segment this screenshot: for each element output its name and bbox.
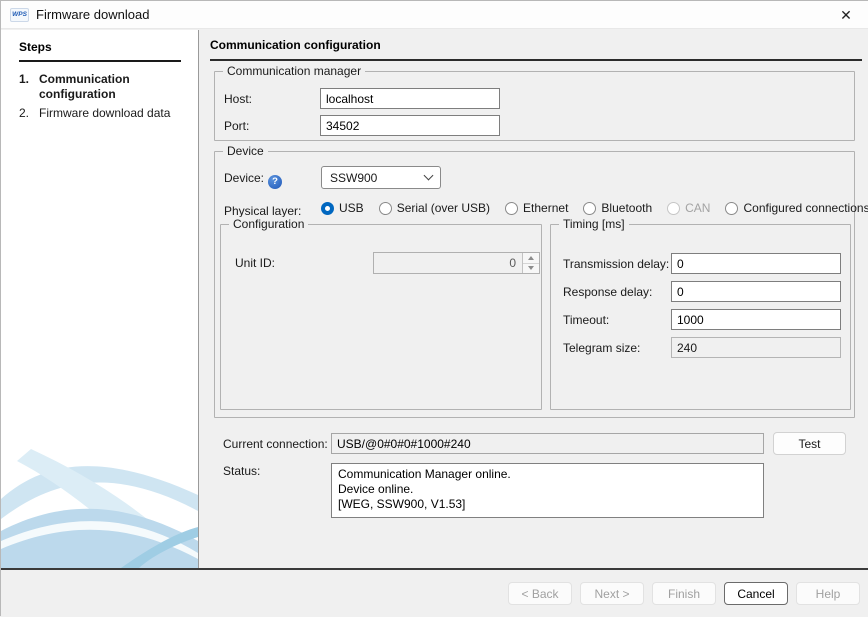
current-connection-field bbox=[331, 433, 764, 454]
status-line: Device online. bbox=[338, 482, 757, 497]
configuration-group: Configuration Unit ID: 0 bbox=[220, 224, 542, 410]
step-item-communication-configuration: 1. Communication configuration bbox=[19, 72, 189, 102]
radio-label: Configured connections bbox=[743, 201, 868, 215]
physical-layer-label: Physical layer: bbox=[224, 204, 301, 218]
status-line: Communication Manager online. bbox=[338, 467, 757, 482]
port-input[interactable] bbox=[320, 115, 500, 136]
next-button: Next > bbox=[580, 582, 644, 605]
radio-label: Serial (over USB) bbox=[397, 201, 490, 215]
radio-bluetooth[interactable]: Bluetooth bbox=[583, 201, 652, 215]
telegram-size-input bbox=[671, 337, 841, 358]
back-button: < Back bbox=[508, 582, 572, 605]
cancel-button[interactable]: Cancel bbox=[724, 582, 788, 605]
device-label-text: Device: bbox=[224, 171, 264, 185]
steps-sidebar: Steps 1. Communication configuration 2. … bbox=[1, 30, 199, 569]
host-label: Host: bbox=[224, 92, 252, 106]
unit-id-label: Unit ID: bbox=[235, 256, 275, 270]
step-item-firmware-download-data: 2. Firmware download data bbox=[19, 106, 189, 121]
timing-group: Timing [ms] Transmission delay: Response… bbox=[550, 224, 851, 410]
step-label: Communication configuration bbox=[39, 72, 187, 102]
telegram-size-label: Telegram size: bbox=[563, 341, 640, 355]
status-label: Status: bbox=[223, 464, 260, 478]
step-number: 2. bbox=[19, 106, 39, 121]
radio-can: CAN bbox=[667, 201, 710, 215]
help-icon[interactable]: ? bbox=[268, 175, 282, 189]
host-input[interactable] bbox=[320, 88, 500, 109]
help-button: Help bbox=[796, 582, 860, 605]
step-label: Firmware download data bbox=[39, 106, 187, 121]
unit-id-stepper: 0 bbox=[373, 252, 540, 274]
radio-icon bbox=[379, 202, 392, 215]
current-connection-label: Current connection: bbox=[223, 437, 328, 451]
window-title: Firmware download bbox=[36, 7, 149, 22]
spinner-up-icon bbox=[523, 253, 539, 264]
transmission-delay-label: Transmission delay: bbox=[563, 257, 669, 271]
radio-serial-over-usb[interactable]: Serial (over USB) bbox=[379, 201, 490, 215]
group-title: Device bbox=[223, 144, 268, 158]
radio-label: CAN bbox=[685, 201, 710, 215]
steps-list: 1. Communication configuration 2. Firmwa… bbox=[19, 72, 189, 125]
steps-heading: Steps bbox=[19, 40, 181, 62]
device-select[interactable]: SSW900 bbox=[321, 166, 441, 189]
status-box: Communication Manager online. Device onl… bbox=[331, 463, 764, 518]
firmware-download-dialog: { "window": { "badge": "WPS", "title": "… bbox=[0, 0, 868, 616]
radio-label: USB bbox=[339, 201, 364, 215]
status-line: [WEG, SSW900, V1.53] bbox=[338, 497, 757, 512]
group-title: Communication manager bbox=[223, 64, 365, 78]
spinner-buttons bbox=[522, 253, 539, 273]
title-bar: WPS Firmware download ✕ bbox=[1, 1, 868, 29]
radio-icon bbox=[505, 202, 518, 215]
spinner-down-icon bbox=[523, 264, 539, 274]
radio-icon bbox=[725, 202, 738, 215]
radio-label: Bluetooth bbox=[601, 201, 652, 215]
test-button[interactable]: Test bbox=[773, 432, 846, 455]
group-title: Configuration bbox=[229, 217, 308, 231]
communication-manager-group: Communication manager Host: Port: bbox=[214, 71, 855, 141]
timeout-input[interactable] bbox=[671, 309, 841, 330]
radio-selected-icon bbox=[321, 202, 334, 215]
response-delay-input[interactable] bbox=[671, 281, 841, 302]
chevron-down-icon bbox=[424, 171, 434, 181]
finish-button: Finish bbox=[652, 582, 716, 605]
unit-id-value: 0 bbox=[374, 253, 522, 273]
app-logo-icon: WPS bbox=[10, 8, 29, 22]
communication-configuration-panel: Communication configuration Communicatio… bbox=[200, 29, 868, 569]
response-delay-label: Response delay: bbox=[563, 285, 652, 299]
radio-icon bbox=[583, 202, 596, 215]
port-label: Port: bbox=[224, 119, 249, 133]
timeout-label: Timeout: bbox=[563, 313, 609, 327]
radio-usb[interactable]: USB bbox=[321, 201, 364, 215]
device-select-value: SSW900 bbox=[330, 171, 425, 185]
close-icon[interactable]: ✕ bbox=[823, 1, 868, 29]
device-group: Device Device:? SSW900 Physical layer: U… bbox=[214, 151, 855, 418]
step-number: 1. bbox=[19, 72, 39, 102]
radio-configured-connections[interactable]: Configured connections bbox=[725, 201, 868, 215]
footer-button-bar: < Back Next > Finish Cancel Help bbox=[1, 570, 868, 617]
transmission-delay-input[interactable] bbox=[671, 253, 841, 274]
radio-disabled-icon bbox=[667, 202, 680, 215]
radio-label: Ethernet bbox=[523, 201, 568, 215]
device-label: Device:? bbox=[224, 171, 282, 189]
page-title: Communication configuration bbox=[210, 38, 862, 61]
group-title: Timing [ms] bbox=[559, 217, 629, 231]
decorative-swoosh-graphic bbox=[1, 437, 198, 569]
radio-ethernet[interactable]: Ethernet bbox=[505, 201, 568, 215]
physical-layer-radio-group: USB Serial (over USB) Ethernet Bluetooth… bbox=[321, 201, 868, 215]
